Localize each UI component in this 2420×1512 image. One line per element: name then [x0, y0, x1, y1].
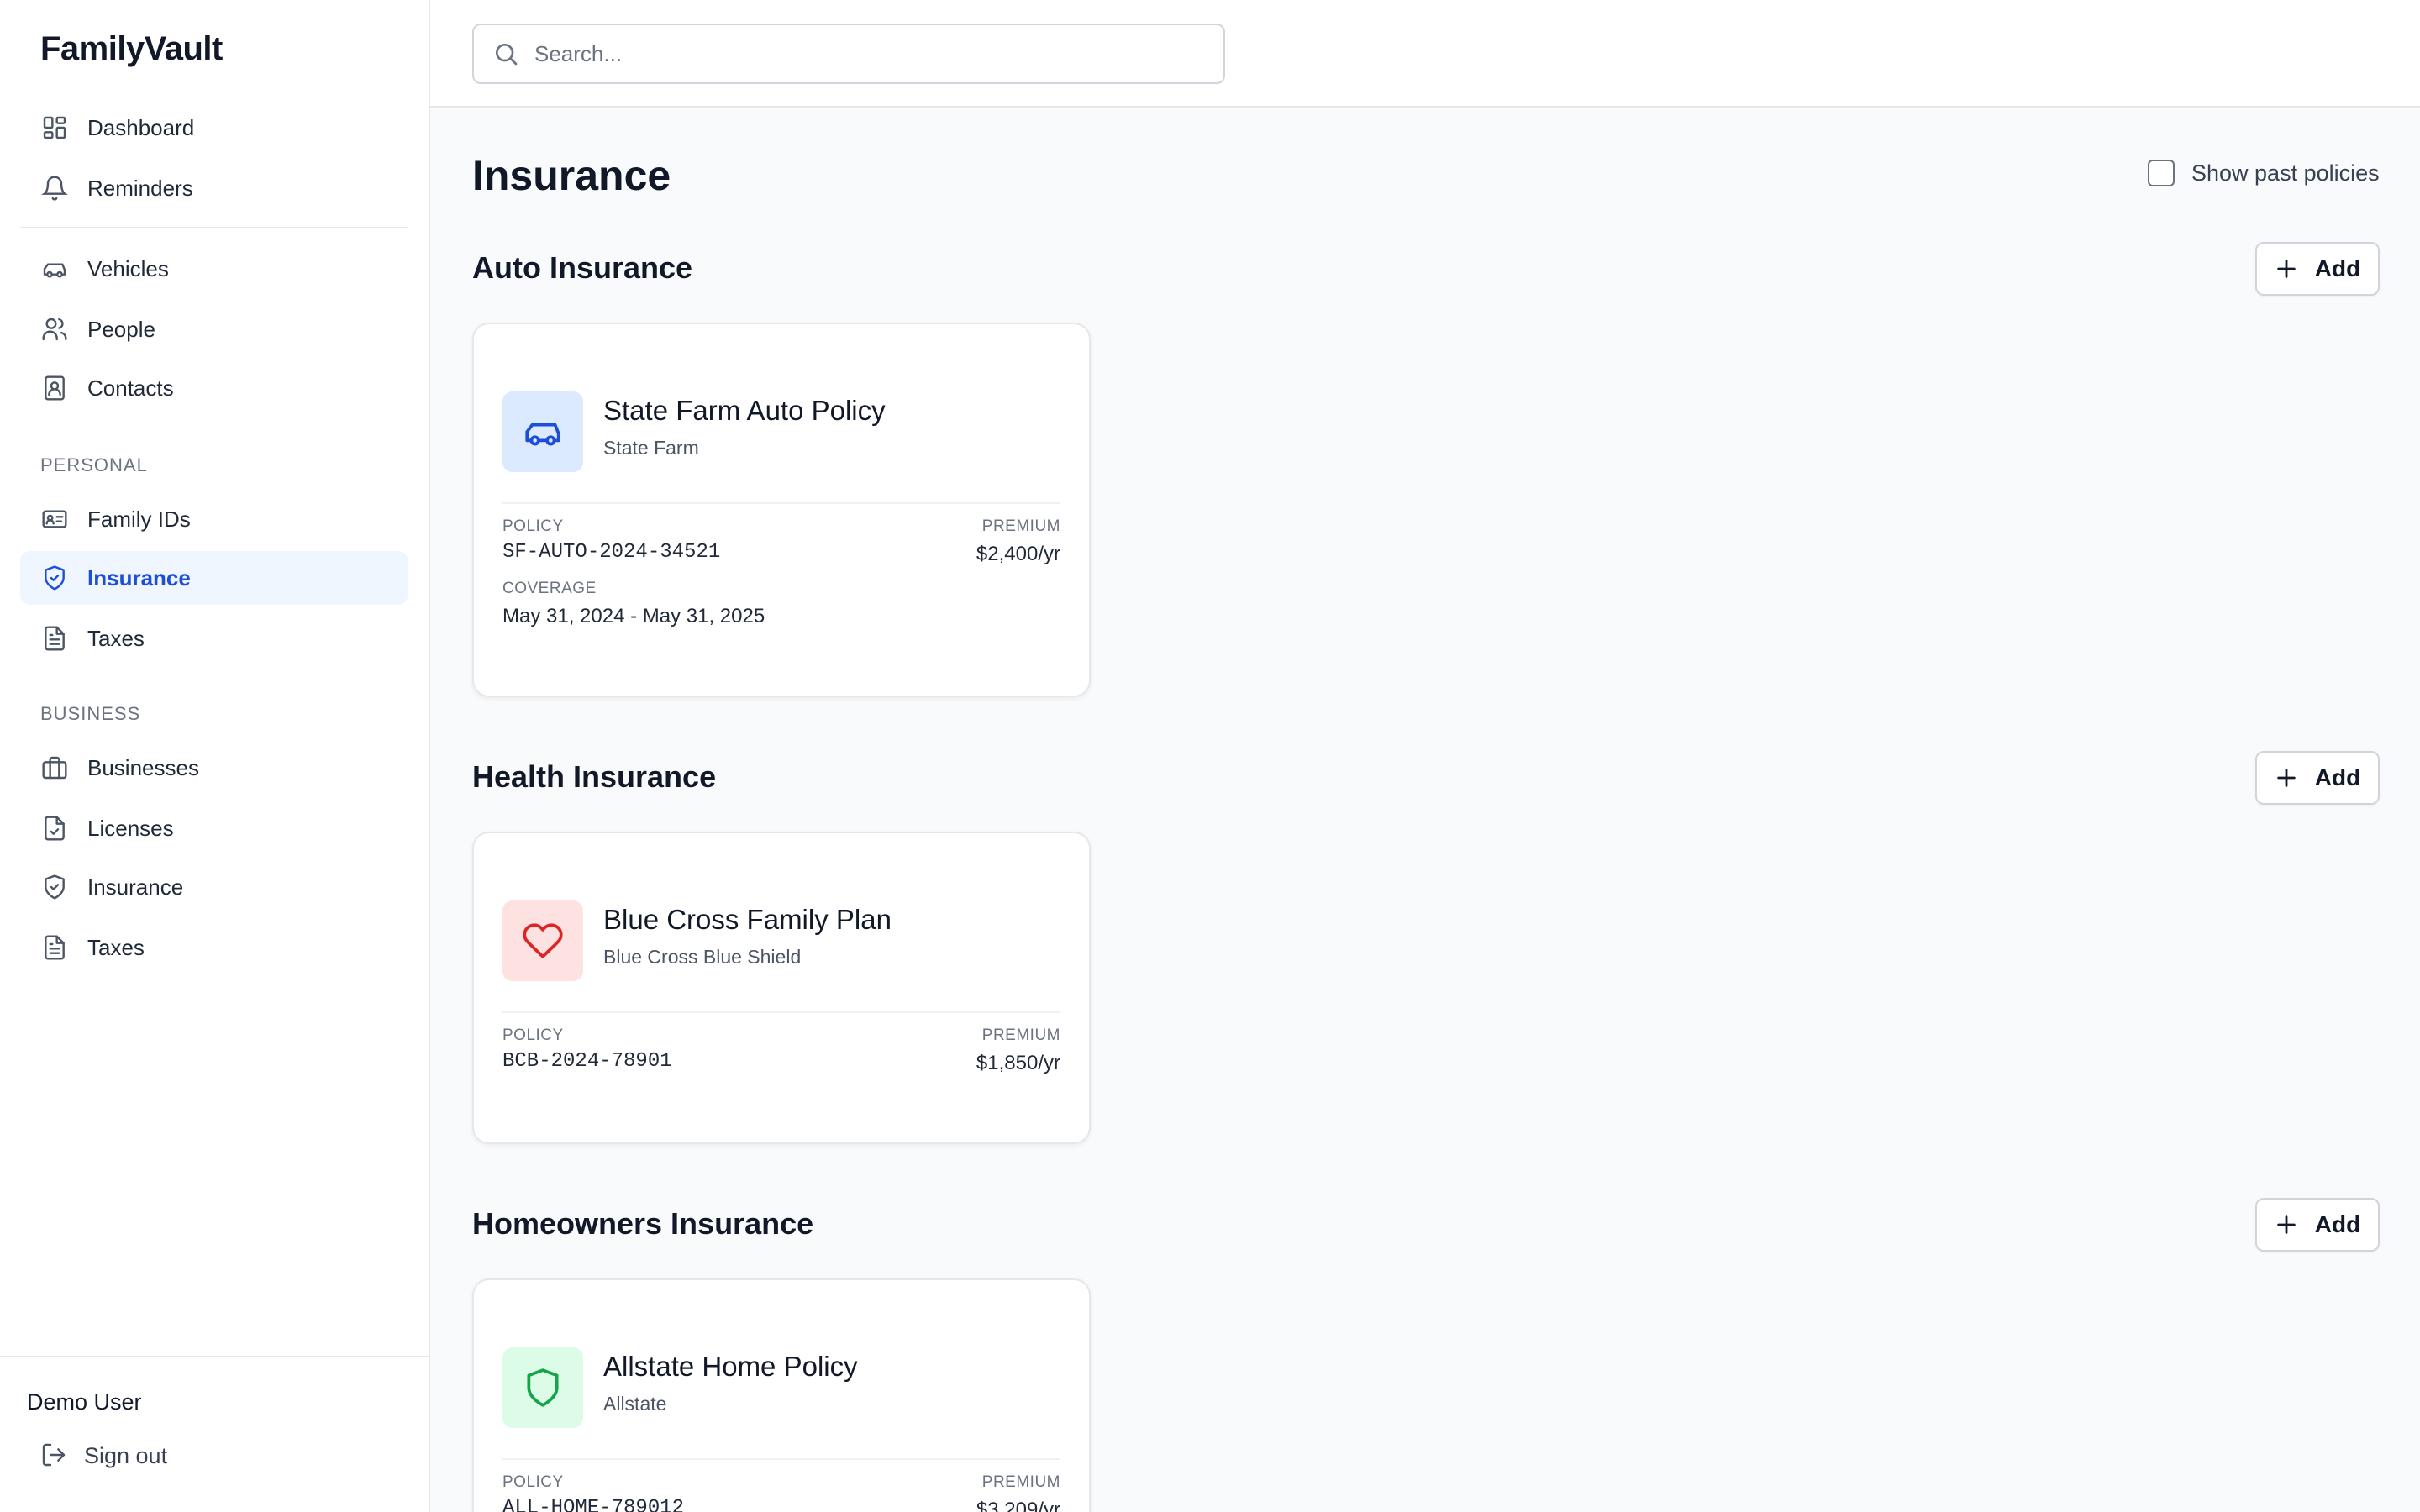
policy-label: POLICY: [502, 1026, 564, 1044]
add-label: Add: [2314, 764, 2361, 790]
policy-card-homeowners[interactable]: Allstate Home Policy Allstate POLICY ALL…: [472, 1278, 1091, 1512]
shield-icon: [40, 873, 69, 901]
document-icon: [40, 933, 69, 962]
card-header: State Farm Auto Policy State Farm: [502, 391, 1060, 504]
sidebar-item-business-taxes[interactable]: Taxes: [20, 921, 408, 974]
sidebar-footer: Demo User Sign out: [0, 1356, 429, 1512]
dashboard-icon: [40, 113, 69, 142]
show-past-policies-toggle[interactable]: Show past policies: [2148, 160, 2380, 186]
coverage-label: COVERAGE: [502, 580, 597, 597]
people-icon: [40, 315, 69, 344]
card-badge: [502, 1347, 583, 1428]
sidebar-item-business-insurance[interactable]: Insurance: [20, 860, 408, 914]
add-homeowners-button[interactable]: Add: [2255, 1198, 2380, 1252]
sidebar-item-contacts[interactable]: Contacts: [20, 361, 408, 415]
user-name: Demo User: [27, 1389, 142, 1415]
policy-number: SF-AUTO-2024-34521: [502, 541, 721, 564]
sidebar-item-label: Insurance: [87, 874, 184, 900]
premium-value: $2,400/yr: [976, 543, 1060, 565]
sidebar-item-reminders[interactable]: Reminders: [20, 161, 408, 215]
add-label: Add: [2314, 1211, 2361, 1237]
id-card-icon: [40, 505, 69, 533]
premium-label: PREMIUM: [981, 1026, 1060, 1044]
contacts-icon: [40, 374, 69, 402]
policy-label: POLICY: [502, 517, 564, 535]
section-title-auto: Auto Insurance: [472, 250, 693, 285]
add-health-button[interactable]: Add: [2255, 751, 2380, 805]
coverage-value: May 31, 2024 - May 31, 2025: [502, 605, 765, 627]
car-icon: [40, 255, 69, 283]
card-title: Blue Cross Family Plan: [603, 904, 892, 935]
card-header: Blue Cross Family Plan Blue Cross Blue S…: [502, 900, 1060, 1013]
premium-label: PREMIUM: [981, 1473, 1060, 1491]
shield-icon: [40, 564, 69, 592]
policy-card-health[interactable]: Blue Cross Family Plan Blue Cross Blue S…: [472, 832, 1091, 1144]
card-title: Allstate Home Policy: [603, 1351, 858, 1382]
bell-icon: [40, 174, 69, 202]
add-label: Add: [2314, 255, 2361, 281]
sidebar-item-dashboard[interactable]: Dashboard: [20, 101, 408, 155]
show-past-label: Show past policies: [2191, 160, 2380, 186]
logout-icon: [40, 1441, 69, 1470]
premium-label: PREMIUM: [981, 517, 1060, 535]
sidebar-item-label: Reminders: [87, 175, 193, 201]
section-title-homeowners: Homeowners Insurance: [472, 1206, 814, 1241]
search-input[interactable]: [534, 40, 1190, 67]
policy-number: ALL-HOME-789012: [502, 1497, 685, 1512]
heart-icon: [523, 923, 563, 958]
section-title-health: Health Insurance: [472, 759, 717, 794]
shield-icon: [527, 1368, 559, 1407]
search-box[interactable]: [472, 24, 1225, 84]
card-header: Allstate Home Policy Allstate: [502, 1347, 1060, 1460]
search-icon: [492, 40, 519, 67]
plus-icon: [2275, 766, 2298, 790]
nav-section-business: BUSINESS: [40, 703, 141, 724]
card-badge: [502, 391, 583, 472]
topbar: [430, 0, 2420, 108]
plus-icon: [2275, 257, 2298, 281]
card-title: State Farm Auto Policy: [603, 395, 886, 426]
briefcase-icon: [40, 753, 69, 782]
sidebar-item-label: Businesses: [87, 754, 199, 780]
sidebar-item-label: Family IDs: [87, 506, 191, 532]
card-provider: Allstate: [603, 1393, 667, 1415]
add-auto-button[interactable]: Add: [2255, 242, 2380, 296]
sidebar-item-label: Taxes: [87, 934, 145, 960]
sidebar-item-label: Licenses: [87, 815, 174, 841]
sidebar-item-vehicles[interactable]: Vehicles: [20, 242, 408, 296]
card-provider: Blue Cross Blue Shield: [603, 946, 802, 968]
card-provider: State Farm: [603, 437, 699, 459]
show-past-checkbox[interactable]: [2148, 160, 2175, 186]
car-icon: [525, 423, 560, 446]
sidebar-item-label: Taxes: [87, 625, 145, 651]
sidebar-item-businesses[interactable]: Businesses: [20, 741, 408, 795]
sidebar-item-label: Insurance: [87, 564, 191, 591]
signout-label: Sign out: [84, 1442, 168, 1468]
sidebar-item-label: Contacts: [87, 375, 174, 401]
premium-value: $3,209/yr: [976, 1499, 1060, 1512]
sidebar-item-label: People: [87, 316, 155, 342]
nav-section-personal: PERSONAL: [40, 454, 148, 475]
sidebar-item-licenses[interactable]: Licenses: [20, 801, 408, 855]
plus-icon: [2275, 1213, 2298, 1236]
signout-button[interactable]: Sign out: [40, 1441, 167, 1470]
sidebar-item-label: Dashboard: [87, 114, 195, 140]
premium-value: $1,850/yr: [976, 1052, 1060, 1074]
card-badge: [502, 900, 583, 981]
app-logo[interactable]: FamilyVault: [40, 30, 223, 68]
policy-label: POLICY: [502, 1473, 564, 1491]
sidebar-item-family-ids[interactable]: Family IDs: [20, 492, 408, 546]
page-title: Insurance: [472, 152, 671, 199]
sidebar: FamilyVault Dashboard Reminders Vehicles…: [0, 0, 430, 1512]
policy-number: BCB-2024-78901: [502, 1050, 672, 1073]
sidebar-item-label: Vehicles: [87, 255, 169, 281]
sidebar-item-insurance[interactable]: Insurance: [20, 551, 408, 605]
file-check-icon: [40, 814, 69, 843]
policy-card-auto[interactable]: State Farm Auto Policy State Farm POLICY…: [472, 323, 1091, 697]
sidebar-item-people[interactable]: People: [20, 302, 408, 356]
nav-divider: [20, 227, 408, 228]
sidebar-item-taxes[interactable]: Taxes: [20, 612, 408, 665]
document-icon: [40, 624, 69, 653]
